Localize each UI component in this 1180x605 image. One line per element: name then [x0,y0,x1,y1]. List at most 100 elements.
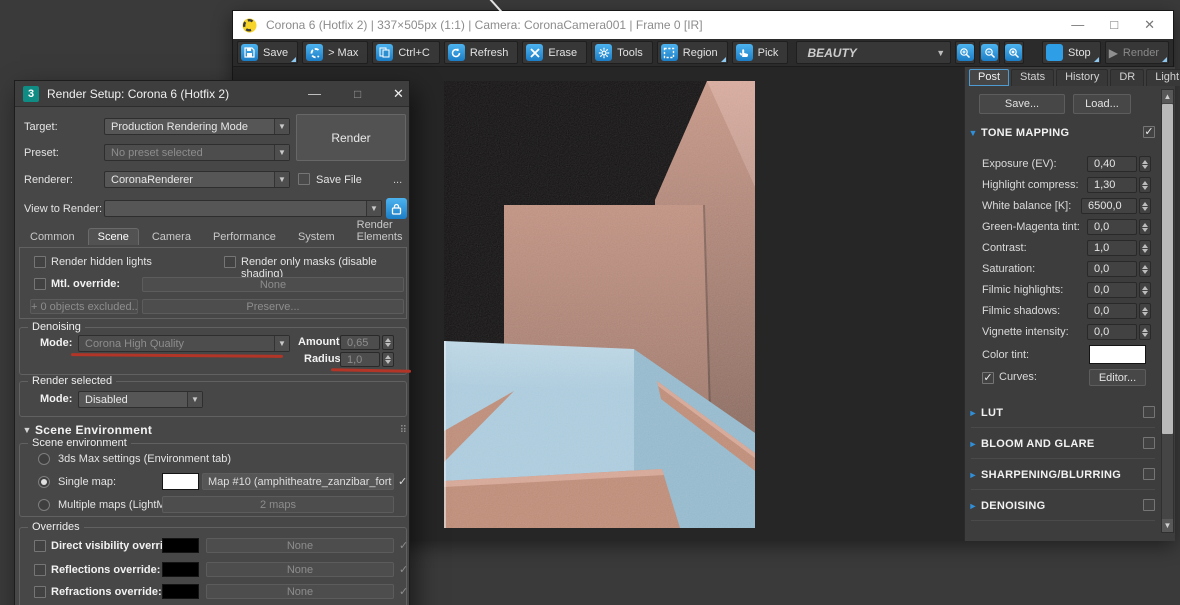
view-to-render-select[interactable]: ▼ [104,200,382,217]
multiple-maps-button[interactable]: 2 maps [162,496,394,513]
to-max-button[interactable]: > Max [302,41,369,64]
filmic-shadows-field[interactable]: 0,0 [1087,303,1137,319]
contrast-spinner[interactable] [1139,240,1151,256]
sharpening-checkbox[interactable] [1143,468,1155,480]
lock-view-button[interactable] [386,198,407,219]
region-button[interactable]: Region [656,41,728,64]
close-icon[interactable]: ✕ [393,86,404,102]
saturation-spinner[interactable] [1139,261,1151,277]
save-file-checkbox[interactable] [298,173,310,185]
tab-render-elements[interactable]: Render Elements [348,217,412,245]
lut-section-header[interactable]: ► LUT [965,405,1161,421]
reflections-checkbox[interactable] [34,564,46,576]
radius-spinner[interactable] [382,352,394,367]
white-balance-spinner[interactable] [1139,198,1151,214]
tab-camera[interactable]: Camera [143,229,200,245]
refractions-none-button[interactable]: None [206,584,394,599]
exposure-spinner[interactable] [1139,156,1151,172]
reflections-none-button[interactable]: None [206,562,394,577]
render-hidden-lights-checkbox[interactable] [34,256,46,268]
refractions-checkbox[interactable] [34,586,46,598]
green-magenta-spinner[interactable] [1139,219,1151,235]
bloom-glare-checkbox[interactable] [1143,437,1155,449]
preset-select[interactable]: No preset selected ▼ [104,144,290,161]
single-map-button[interactable]: Map #10 (amphitheatre_zanzibar_fort [202,473,394,490]
environment-map-swatch[interactable] [162,473,199,490]
exposure-field[interactable]: 0,40 [1087,156,1137,172]
minimize-icon[interactable]: — [308,86,321,101]
minimize-icon[interactable]: — [1071,17,1084,33]
multiple-maps-radio[interactable] [38,499,50,511]
curves-checkbox[interactable]: ✓ [982,372,994,384]
reflections-swatch[interactable] [162,562,199,577]
vignette-field[interactable]: 0,0 [1087,324,1137,340]
single-map-check-icon[interactable]: ✓ [398,475,407,488]
check-icon[interactable]: ✓ [399,539,408,552]
scroll-down-icon[interactable]: ▼ [1162,519,1173,532]
contrast-field[interactable]: 1,0 [1087,240,1137,256]
saturation-field[interactable]: 0,0 [1087,261,1137,277]
single-map-radio[interactable] [38,476,50,488]
denoising-section-header[interactable]: ► DENOISING [965,498,1161,514]
amount-spinner[interactable] [382,335,394,350]
max-settings-radio[interactable] [38,453,50,465]
pick-button[interactable]: Pick [731,41,789,64]
tab-dr[interactable]: DR [1110,69,1145,86]
tab-common[interactable]: Common [21,229,84,245]
zoom-reset-button[interactable] [1003,41,1025,64]
scroll-up-icon[interactable]: ▲ [1162,90,1173,103]
render-only-masks-checkbox[interactable] [224,256,236,268]
denoising-checkbox[interactable] [1143,499,1155,511]
check-icon[interactable]: ✓ [399,585,408,598]
tone-mapping-checkbox[interactable]: ✓ [1143,126,1155,138]
tab-performance[interactable]: Performance [204,229,285,245]
erase-button[interactable]: Erase [522,41,588,64]
target-select[interactable]: Production Rendering Mode ▼ [104,118,290,135]
more-options-button[interactable]: ... [393,174,402,186]
load-preset-button[interactable]: Load... [1073,94,1131,114]
lut-checkbox[interactable] [1143,406,1155,418]
render-pass-select[interactable]: BEAUTY ▼ [796,41,952,64]
tab-system[interactable]: System [289,229,344,245]
scene-environment-rollout-header[interactable]: ▼ Scene Environment ⠿ [19,422,407,438]
scrollbar-thumb[interactable] [1162,104,1173,434]
zoom-out-button[interactable] [979,41,1000,64]
filmic-shadows-spinner[interactable] [1139,303,1151,319]
highlight-compress-field[interactable]: 1,30 [1087,177,1137,193]
radius-field[interactable]: 1,0 [340,352,380,367]
drag-handle-icon[interactable]: ⠿ [400,425,407,436]
mtl-override-none-button[interactable]: None [142,277,404,292]
highlight-compress-spinner[interactable] [1139,177,1151,193]
render-selected-mode-select[interactable]: Disabled ▼ [78,391,203,408]
refractions-swatch[interactable] [162,584,199,599]
render-button-vfb[interactable]: ▶ Render [1104,41,1169,64]
tab-scene[interactable]: Scene [87,228,139,245]
tab-lightmix[interactable]: LightMix [1146,69,1180,86]
tone-mapping-header[interactable]: ▼ TONE MAPPING [965,125,1161,141]
objects-excluded-button[interactable]: + 0 objects excluded... [30,299,138,314]
sharpening-section-header[interactable]: ► SHARPENING/BLURRING [965,467,1161,483]
filmic-highlights-field[interactable]: 0,0 [1087,282,1137,298]
panel-scrollbar[interactable]: ▲ ▼ [1161,89,1174,533]
maximize-icon[interactable]: □ [1110,17,1118,33]
tab-history[interactable]: History [1056,69,1109,86]
zoom-in-button[interactable] [955,41,976,64]
direct-visibility-swatch[interactable] [162,538,199,553]
render-button[interactable]: Render [296,114,406,161]
preserve-button[interactable]: Preserve... [142,299,404,314]
direct-visibility-none-button[interactable]: None [206,538,394,553]
white-balance-field[interactable]: 6500,0 [1081,198,1137,214]
copy-button[interactable]: Ctrl+C [372,41,440,64]
vfb-titlebar[interactable]: Corona 6 (Hotfix 2) | 337×505px (1:1) | … [233,11,1173,39]
refresh-button[interactable]: Refresh [443,41,519,64]
mtl-override-checkbox[interactable] [34,278,46,290]
tab-stats[interactable]: Stats [1011,69,1055,86]
tools-button[interactable]: Tools [591,41,653,64]
maximize-icon[interactable]: □ [354,87,361,101]
green-magenta-field[interactable]: 0,0 [1087,219,1137,235]
curves-editor-button[interactable]: Editor... [1089,369,1146,386]
check-icon[interactable]: ✓ [399,563,408,576]
rendered-image[interactable] [444,81,755,528]
bloom-glare-section-header[interactable]: ► BLOOM AND GLARE [965,436,1161,452]
save-preset-button[interactable]: Save... [979,94,1065,114]
